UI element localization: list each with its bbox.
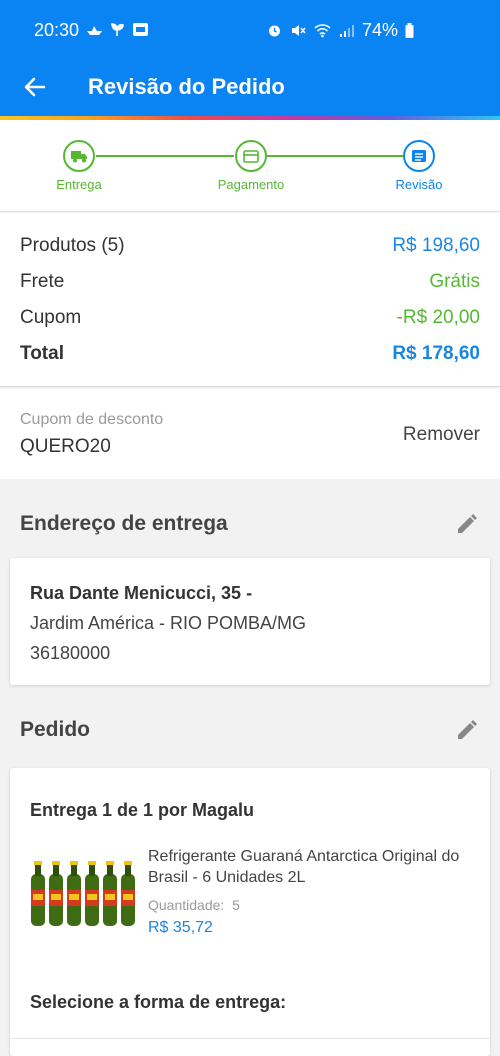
address-zip: 36180000 (30, 643, 111, 663)
status-bar: 20:30 74% (0, 0, 500, 62)
step-label-pagamento: Pagamento (217, 177, 285, 192)
summary-label: Total (20, 343, 64, 364)
coupon-code: QUERO20 (20, 436, 111, 457)
step-label-revisao: Revisão (395, 177, 443, 192)
battery-percent: 74% (361, 20, 398, 40)
summary-value: R$ 198,60 (392, 235, 480, 256)
truck-icon (71, 151, 87, 163)
status-left-icons (86, 22, 149, 37)
summary-label: Cupom (20, 307, 82, 328)
summary-value: -R$ 20,00 (396, 307, 480, 328)
order-summary: Produtos (5) R$ 198,60 Frete Grátis Cupo… (0, 213, 500, 387)
boat-icon (87, 26, 102, 35)
edit-order-pencil-icon[interactable] (454, 717, 480, 743)
step-entrega[interactable] (63, 140, 95, 172)
address-street: Rua Dante Menicucci, 35 - (30, 583, 253, 603)
coupon-section: Cupom de desconto QUERO20 Remover (0, 389, 500, 479)
address-neighborhood: Jardim América - RIO POMBA/MG (30, 613, 307, 633)
alarm-icon (268, 25, 280, 37)
list-icon (412, 150, 426, 162)
address-section-title: Endereço de entrega (20, 512, 228, 535)
app-icon (133, 23, 148, 36)
divider (10, 1038, 490, 1039)
status-time: 20:30 (34, 20, 80, 40)
remove-coupon-button[interactable]: Remover (403, 424, 480, 446)
product-quantity: Quantidade: 5 (148, 897, 240, 913)
coupon-label: Cupom de desconto (20, 411, 164, 428)
summary-value: Grátis (429, 271, 480, 292)
status-right-icons: 74% (266, 20, 414, 41)
step-connector (96, 155, 234, 157)
product-image (31, 861, 135, 926)
summary-row-cupom: Cupom -R$ 20,00 (20, 307, 480, 337)
summary-value: R$ 178,60 (392, 343, 480, 364)
soda-bottles-icon (31, 861, 135, 926)
product-name: Refrigerante Guaraná Antarctica Original… (148, 848, 460, 886)
step-pagamento[interactable] (235, 140, 267, 172)
checkout-stepper: Entrega Pagamento Revisão (0, 120, 500, 212)
order-section-title: Pedido (20, 718, 91, 741)
plant-icon (111, 23, 124, 36)
quantity-value: 5 (232, 897, 240, 913)
app-bar: Revisão do Pedido (0, 62, 500, 116)
step-label-entrega: Entrega (56, 177, 102, 192)
mute-icon (291, 25, 306, 36)
product-price: R$ 35,72 (148, 919, 213, 936)
address-card: Rua Dante Menicucci, 35 - Jardim América… (10, 558, 490, 685)
step-revisao[interactable] (403, 140, 435, 172)
edit-address-pencil-icon[interactable] (454, 511, 480, 537)
delivery-title: Entrega 1 de 1 por Magalu (30, 800, 255, 820)
summary-row-frete: Frete Grátis (20, 271, 480, 301)
summary-label: Produtos (5) (20, 235, 125, 256)
order-card: Entrega 1 de 1 por Magalu Refrigerante G… (10, 768, 490, 1056)
summary-row-produtos: Produtos (5) R$ 198,60 (20, 235, 480, 265)
card-icon (243, 149, 259, 163)
signal-icon (339, 25, 354, 37)
battery-icon (405, 23, 414, 38)
quantity-label: Quantidade: (148, 897, 225, 913)
choose-delivery-heading: Selecione a forma de entrega: (30, 992, 287, 1012)
step-connector (267, 155, 403, 157)
back-arrow-icon[interactable] (22, 74, 48, 100)
summary-label: Frete (20, 271, 65, 292)
wifi-icon (314, 24, 331, 38)
summary-row-total: Total R$ 178,60 (20, 343, 480, 373)
page-title: Revisão do Pedido (88, 74, 285, 99)
